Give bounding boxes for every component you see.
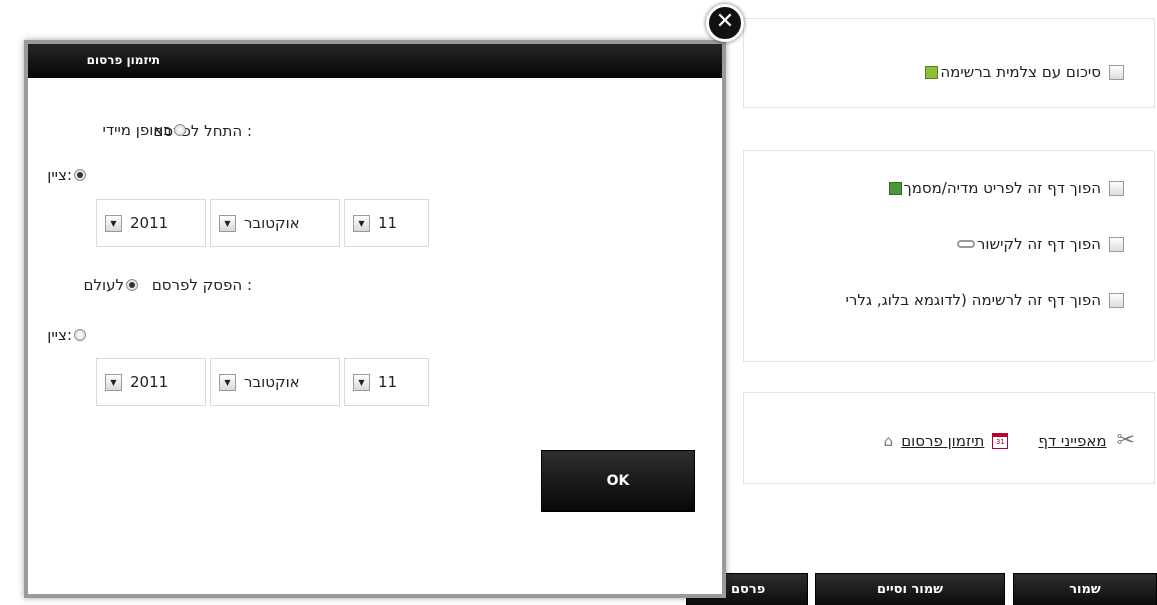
convert-list-checkbox[interactable] <box>1109 292 1124 308</box>
stop-year-value: 2011 <box>130 373 169 391</box>
summary-panel: סיכום עם צלמית ברשימה <box>743 18 1155 108</box>
stop-forever-option[interactable]: לעולם <box>84 276 138 294</box>
stop-date-selectors: ▼ 2011 ▼ אוקטובר ▼ 11 <box>96 358 429 406</box>
start-set-label: ציין: <box>47 166 72 184</box>
ok-button[interactable]: OK <box>541 450 695 512</box>
convert-list-label: הפוך דף זה לרשימה (לדוגמא בלוג, גלרי <box>845 291 1101 309</box>
stop-forever-label: לעולם <box>83 276 124 294</box>
stop-year-select[interactable]: ▼ 2011 <box>96 358 206 406</box>
summary-row: סיכום עם צלמית ברשימה <box>925 63 1124 81</box>
start-date-selectors: ▼ 2011 ▼ אוקטובר ▼ 11 <box>96 199 429 247</box>
summary-checkbox-label: סיכום עם צלמית ברשימה <box>940 63 1101 81</box>
calendar-icon: 31 <box>992 432 1009 449</box>
document-icon <box>888 181 902 195</box>
convert-media-label: הפוך דף זה לפריט מדיה/מסמך <box>903 179 1101 197</box>
chevron-down-icon[interactable]: ▼ <box>105 214 122 232</box>
start-year-value: 2011 <box>130 214 169 232</box>
convert-link-label: הפוך דף זה לקישור <box>976 235 1101 253</box>
convert-media-row: הפוך דף זה לפריט מדיה/מסמך <box>888 179 1124 197</box>
summary-checkbox[interactable] <box>1109 64 1124 80</box>
start-immediate-radio[interactable] <box>174 124 186 136</box>
start-immediate-option[interactable]: באופן מיידי <box>103 121 186 139</box>
save-button[interactable]: שמור <box>1013 573 1157 605</box>
page-properties-link[interactable]: מאפייני דף <box>1038 432 1106 450</box>
stop-month-value: אוקטובר <box>244 373 300 391</box>
stop-day-value: 11 <box>378 373 398 391</box>
start-month-select[interactable]: ▼ אוקטובר <box>210 199 340 247</box>
stop-set-radio[interactable] <box>74 329 86 341</box>
start-year-select[interactable]: ▼ 2011 <box>96 199 206 247</box>
save-exit-button[interactable]: שמור וסיים <box>815 573 1005 605</box>
stop-month-select[interactable]: ▼ אוקטובר <box>210 358 340 406</box>
page-actions-links: ✂ מאפייני דף 31 תיזמון פרסום ⌂ <box>884 428 1135 453</box>
start-month-value: אוקטובר <box>244 214 300 232</box>
schedule-publish-link[interactable]: תיזמון פרסום <box>901 432 984 450</box>
stop-forever-radio[interactable] <box>126 279 138 291</box>
start-set-option[interactable]: ציין: <box>47 166 86 184</box>
chevron-down-icon[interactable]: ▼ <box>219 373 236 391</box>
start-set-radio[interactable] <box>74 169 86 181</box>
start-immediate-label: באופן מיידי <box>102 121 172 139</box>
schedule-publish-dialog: תיזמון פרסום התחל לפרסם : באופן מיידי צי… <box>24 40 726 598</box>
convert-media-checkbox[interactable] <box>1109 180 1124 196</box>
dialog-title: תיזמון פרסום <box>86 53 160 67</box>
dialog-header: תיזמון פרסום <box>28 44 722 78</box>
stop-day-select[interactable]: ▼ 11 <box>344 358 429 406</box>
stop-set-option[interactable]: ציין: <box>47 326 86 344</box>
chevron-down-icon[interactable]: ▼ <box>105 373 122 391</box>
convert-panel: הפוך דף זה לפריט מדיה/מסמך הפוך דף זה לק… <box>743 150 1155 362</box>
convert-link-checkbox[interactable] <box>1109 236 1124 252</box>
start-day-value: 11 <box>378 214 398 232</box>
chevron-down-icon[interactable]: ▼ <box>219 214 236 232</box>
chevron-down-icon[interactable]: ▼ <box>353 214 370 232</box>
stop-publish-label: הפסק לפרסם : <box>151 276 252 294</box>
convert-link-row: הפוך דף זה לקישור <box>956 235 1124 253</box>
link-icon <box>956 240 975 248</box>
bank-icon: ⌂ <box>883 431 894 450</box>
photo-icon <box>925 65 939 79</box>
tools-icon: ✂ <box>1116 428 1135 453</box>
stop-set-label: ציין: <box>47 326 72 344</box>
close-icon[interactable]: ✕ <box>706 4 744 42</box>
chevron-down-icon[interactable]: ▼ <box>353 373 370 391</box>
convert-list-row: הפוך דף זה לרשימה (לדוגמא בלוג, גלרי <box>846 291 1124 309</box>
start-day-select[interactable]: ▼ 11 <box>344 199 429 247</box>
